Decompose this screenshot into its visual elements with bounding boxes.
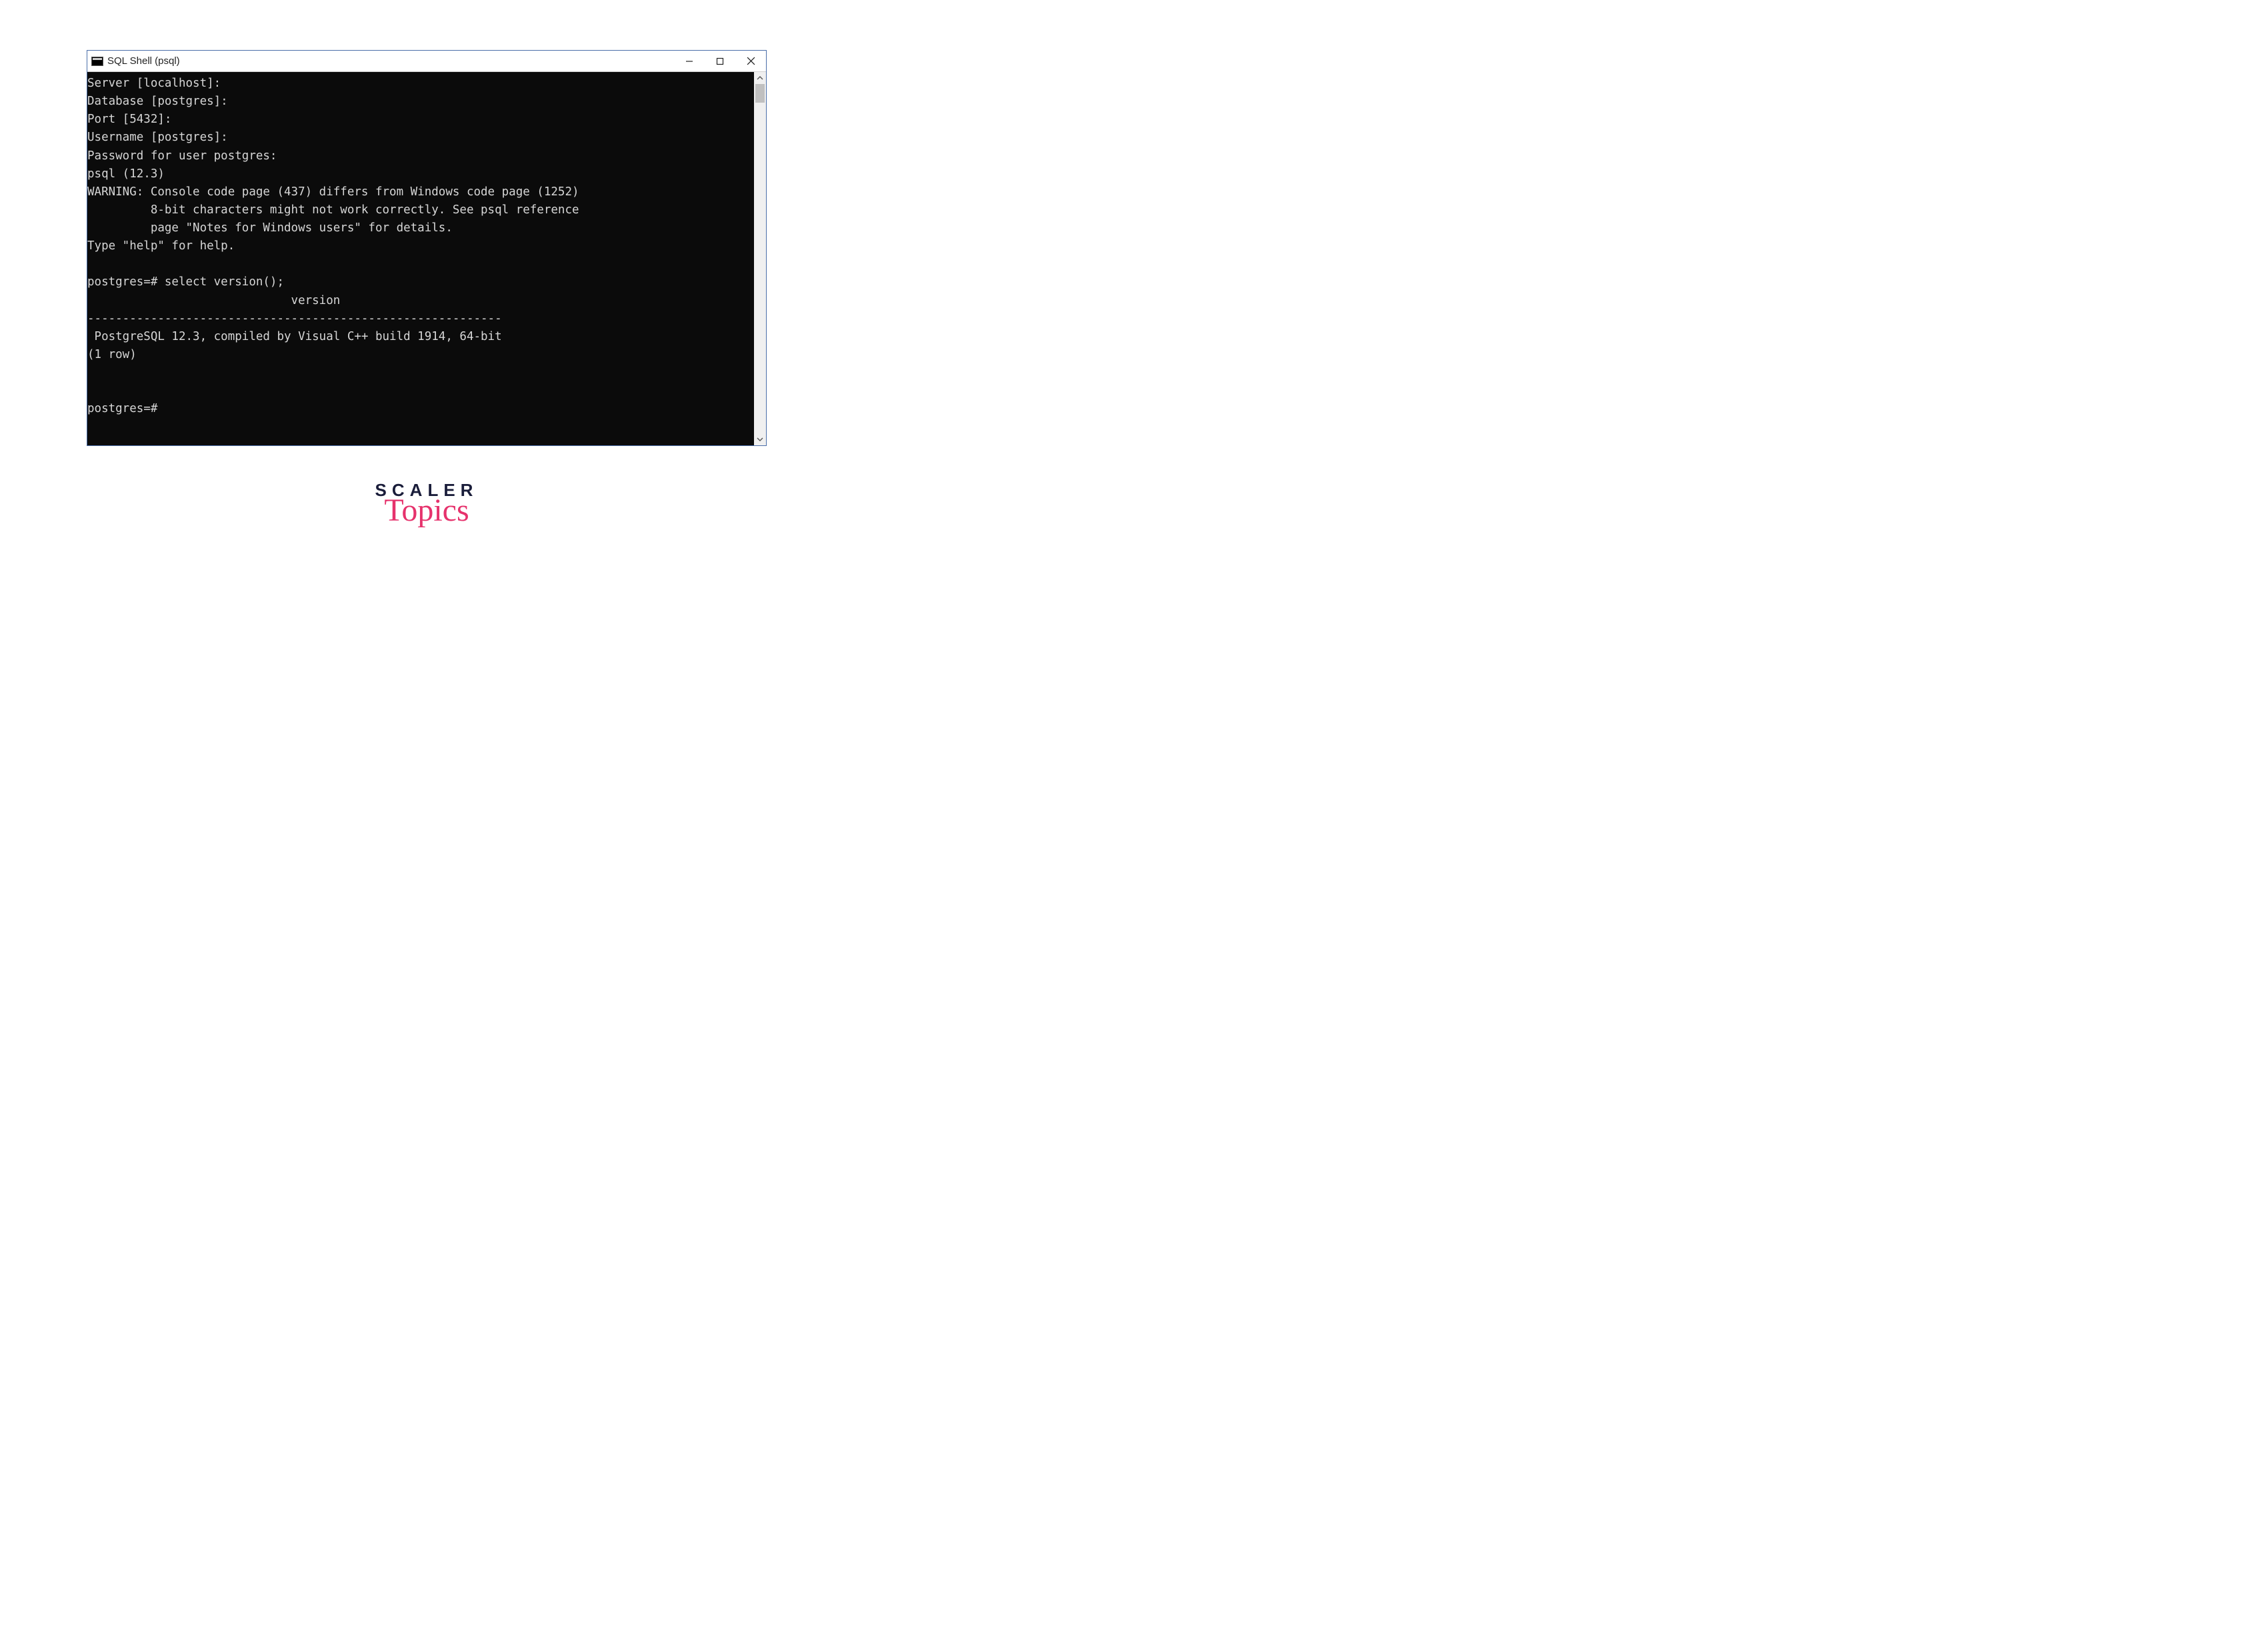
- close-button[interactable]: [735, 51, 766, 72]
- maximize-button[interactable]: [705, 51, 735, 72]
- scroll-thumb[interactable]: [755, 84, 765, 103]
- watermark: SCALER Topics: [0, 480, 853, 523]
- scroll-track[interactable]: [754, 84, 766, 433]
- console-output[interactable]: Server [localhost]: Database [postgres]:…: [87, 72, 754, 445]
- window-title: SQL Shell (psql): [107, 55, 180, 67]
- watermark-line2: Topics: [0, 498, 853, 523]
- titlebar: SQL Shell (psql): [87, 51, 766, 72]
- minimize-button[interactable]: [674, 51, 705, 72]
- scroll-down-arrow[interactable]: [754, 433, 766, 445]
- scroll-up-arrow[interactable]: [754, 72, 766, 84]
- vertical-scrollbar[interactable]: [754, 72, 766, 445]
- client-area: Server [localhost]: Database [postgres]:…: [87, 72, 766, 445]
- sql-shell-window: SQL Shell (psql) Server [localhost]: Dat…: [87, 50, 767, 446]
- terminal-icon: [91, 57, 103, 66]
